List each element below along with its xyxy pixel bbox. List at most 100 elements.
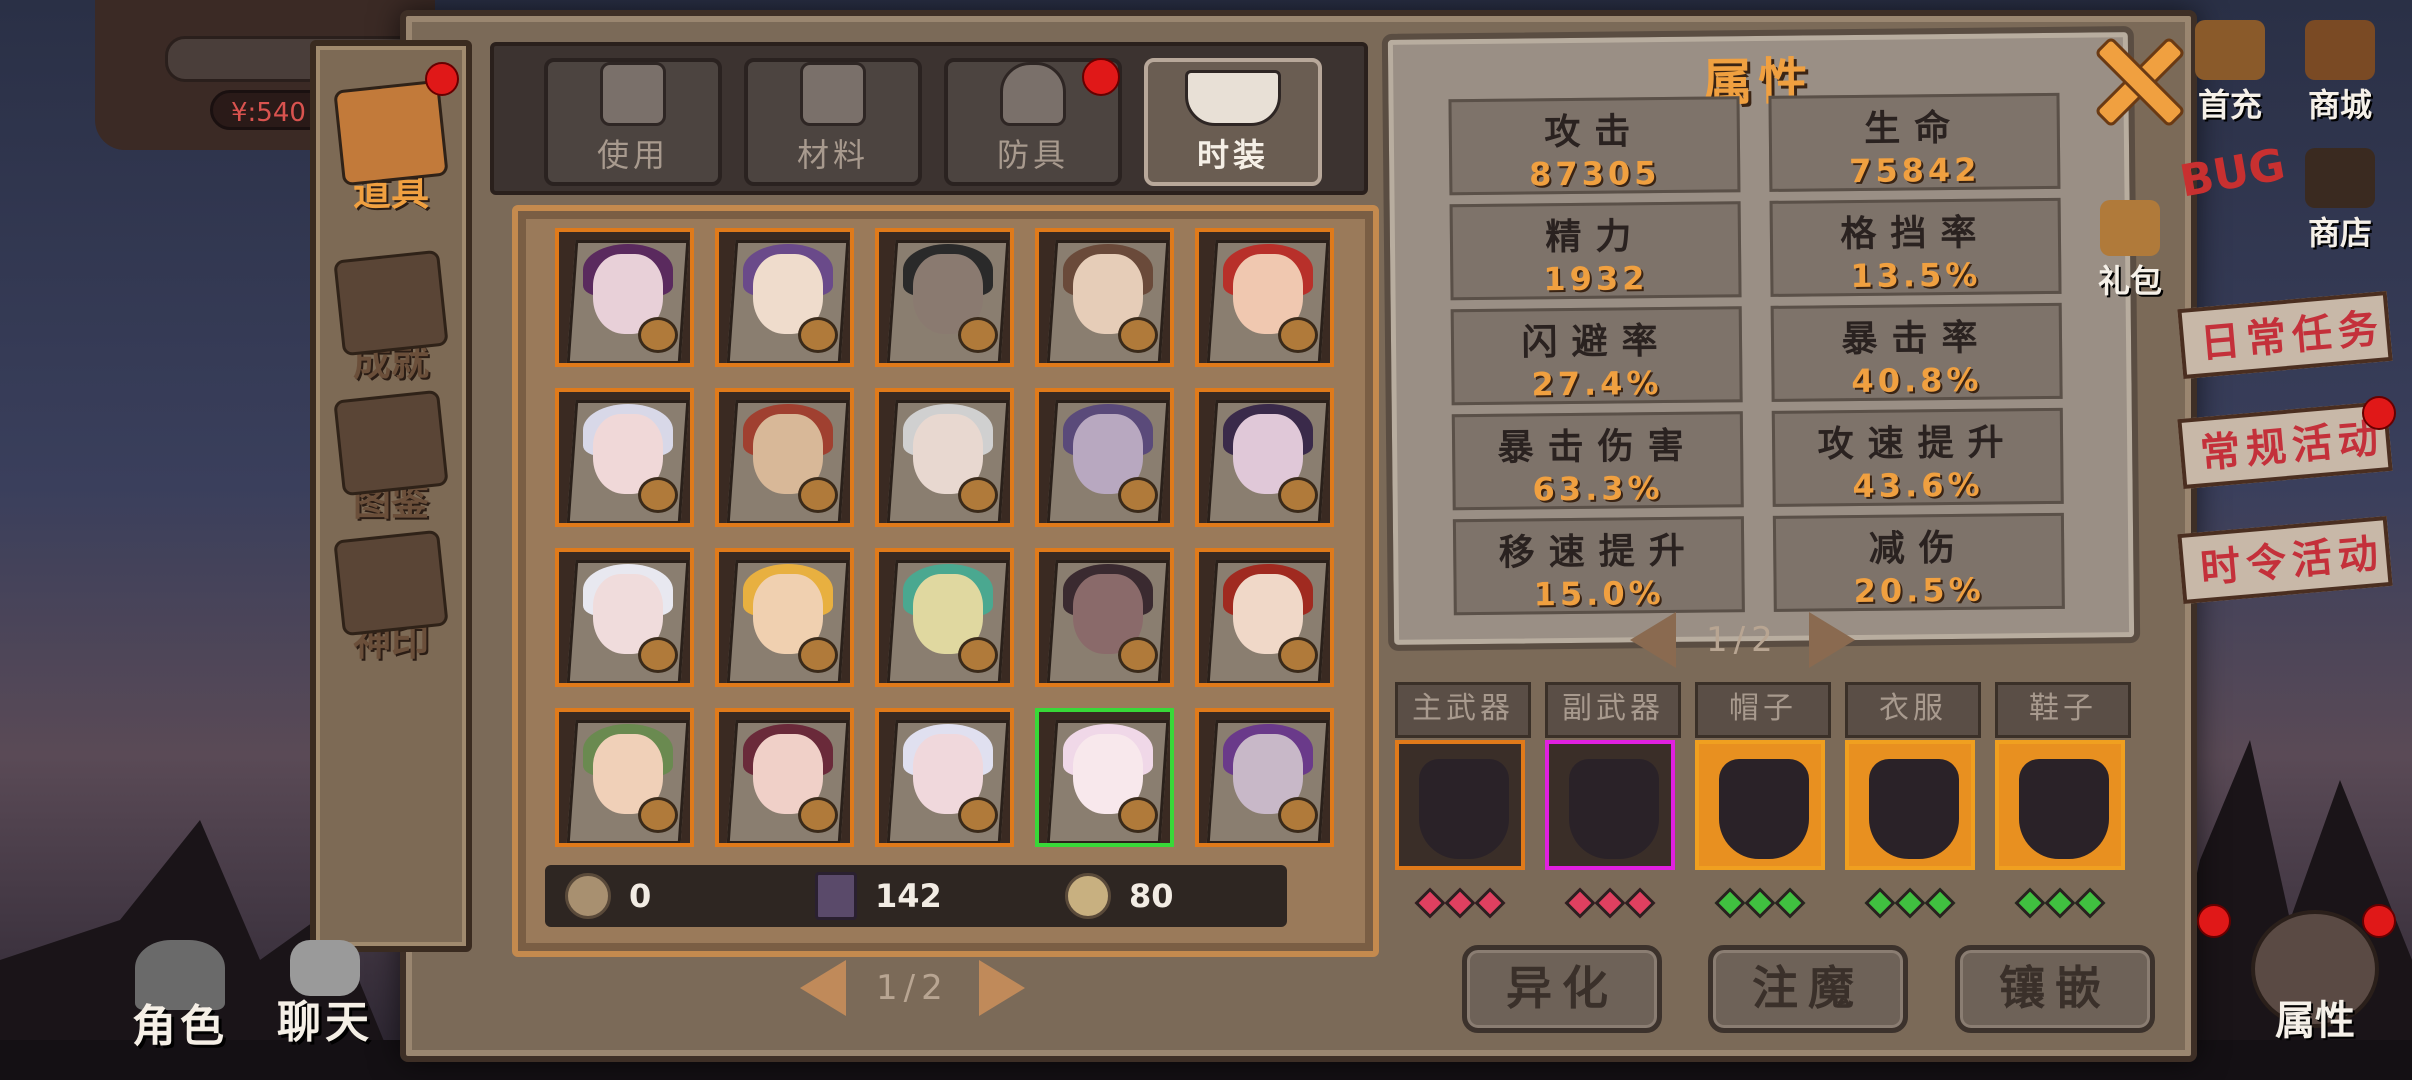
equipment-slot[interactable] [1545,740,1675,870]
equipment-slot-label: 鞋子 [1995,682,2131,738]
gem-socket-icon [1474,887,1506,919]
equipment-slot[interactable] [1695,740,1825,870]
achievement-emblem-icon [333,249,449,357]
alienate-button[interactable]: 异化 [1462,945,1662,1033]
fashion-item-slot[interactable] [1035,548,1174,687]
codex-emblem-icon [333,389,449,497]
stat-name: 暴击率 [1841,317,1992,361]
gem-socket-icon [1564,887,1596,919]
fashion-item-slot[interactable] [555,228,694,367]
fashion-item-slot[interactable] [1035,228,1174,367]
role-button[interactable]: 角色 [130,940,230,1054]
stat-value: 1932 [1543,259,1649,299]
scale-icon [2305,148,2375,208]
coin-icon [565,873,611,919]
fashion-item-slot[interactable] [1195,708,1334,847]
tab-use[interactable]: 使用 [544,58,722,186]
attribute-pager: 1/2 [1630,612,1855,668]
fashion-item-slot[interactable] [1195,548,1334,687]
stat-box: 闪避率 27.4% [1450,306,1743,406]
tab-label: 材料 [796,136,869,174]
stat-value: 87305 [1528,154,1661,194]
prev-page-arrow-icon[interactable] [1630,612,1676,668]
gem-socket-icon [2074,887,2106,919]
fashion-item-slot[interactable] [1195,388,1334,527]
stat-box: 格挡率 13.5% [1769,197,2062,297]
fashion-item-slot[interactable] [555,548,694,687]
fashion-item-slot[interactable] [715,548,854,687]
helmet-icon [1000,62,1066,126]
side-tab-codex[interactable]: 图鉴 [326,376,456,526]
currency-coin: 0 [565,873,795,919]
gem-socket-icon [1594,887,1626,919]
side-tab-divine-seal[interactable]: 神印 [326,516,456,666]
chat-button[interactable]: 聊天 [275,940,375,1050]
pouch-icon [798,797,838,833]
enchant-button[interactable]: 注魔 [1708,945,1908,1033]
page-indicator: 1/2 [1706,620,1779,660]
equipment-slot-label: 衣服 [1845,682,1981,738]
pouch-icon [638,637,678,673]
gem-socket-icon [2014,887,2046,919]
daily-task-button[interactable]: 日常任务 [2177,290,2393,380]
side-tab-achievement[interactable]: 成就 [326,236,456,386]
potion-icon [600,62,666,126]
tab-material[interactable]: 材料 [744,58,922,186]
equipment-art-icon [1569,759,1659,859]
equipment-gem-sockets [1545,887,1675,919]
first-charge-button[interactable]: 首充 [2185,20,2275,126]
stat-name: 精力 [1545,216,1646,259]
stat-name: 闪避率 [1521,320,1672,364]
equipment-slot[interactable] [1995,740,2125,870]
inlay-button[interactable]: 镶嵌 [1955,945,2155,1033]
gift-label: 礼包 [2097,262,2162,300]
treasure-map-icon [2305,20,2375,80]
equipment-slot[interactable] [1395,740,1525,870]
equipment-slot[interactable] [1845,740,1975,870]
fashion-item-slot[interactable] [555,708,694,847]
currency-value: 0 [629,877,652,915]
next-page-arrow-icon[interactable] [1808,612,1855,668]
gem-socket-icon [1894,887,1926,919]
fashion-item-slot[interactable] [875,708,1014,847]
currency-medal: 80 [1065,873,1174,919]
fashion-item-slot[interactable] [715,388,854,527]
currency-value: 142 [875,877,942,915]
stat-name: 攻速提升 [1817,422,2018,466]
fashion-item-slot[interactable] [875,228,1014,367]
gem-socket-icon [1444,887,1476,919]
item-grid [555,228,1334,847]
equipment-slot-label: 副武器 [1545,682,1681,738]
equipment-gem-sockets [1395,887,1525,919]
material-icon [800,62,866,126]
seasonal-event-button[interactable]: 时令活动 [2177,515,2393,605]
fashion-item-slot[interactable] [715,228,854,367]
fashion-item-slot[interactable] [555,388,694,527]
notification-dot [1082,58,1120,96]
tab-label: 使用 [596,136,669,174]
prev-page-arrow-icon[interactable] [800,960,846,1016]
attribute-panel: 属性 攻击 87305 生命 75842 精力 1932 格挡率 13.5% 闪避率 27.4% 暴… [1381,26,2141,651]
tab-fashion[interactable]: 时装 [1144,58,1322,186]
stat-value: 63.3% [1532,469,1664,509]
chat-label: 聊天 [277,997,373,1048]
gift-pack-button[interactable]: 礼包 [2085,200,2175,302]
page-indicator: 1/2 [876,968,949,1008]
fashion-item-slot[interactable] [715,708,854,847]
fashion-item-slot[interactable] [1035,388,1174,527]
equipment-gem-sockets [1845,887,1975,919]
stat-value: 15.0% [1533,574,1665,614]
fashion-item-slot[interactable] [875,388,1014,527]
fashion-item-slot[interactable] [875,548,1014,687]
next-page-arrow-icon[interactable] [978,960,1025,1016]
hat-icon [1185,70,1281,126]
shop-mall-button[interactable]: 商城 [2290,20,2390,126]
tab-label: 时装 [1196,136,1269,174]
store-button[interactable]: 商店 [2290,148,2390,254]
fashion-item-slot[interactable] [1035,708,1174,847]
close-icon[interactable] [2090,35,2180,125]
pouch-icon [638,317,678,353]
stat-value: 75842 [1848,150,1981,191]
fashion-item-slot[interactable] [1195,228,1334,367]
regular-event-button[interactable]: 常规活动 [2177,400,2393,490]
